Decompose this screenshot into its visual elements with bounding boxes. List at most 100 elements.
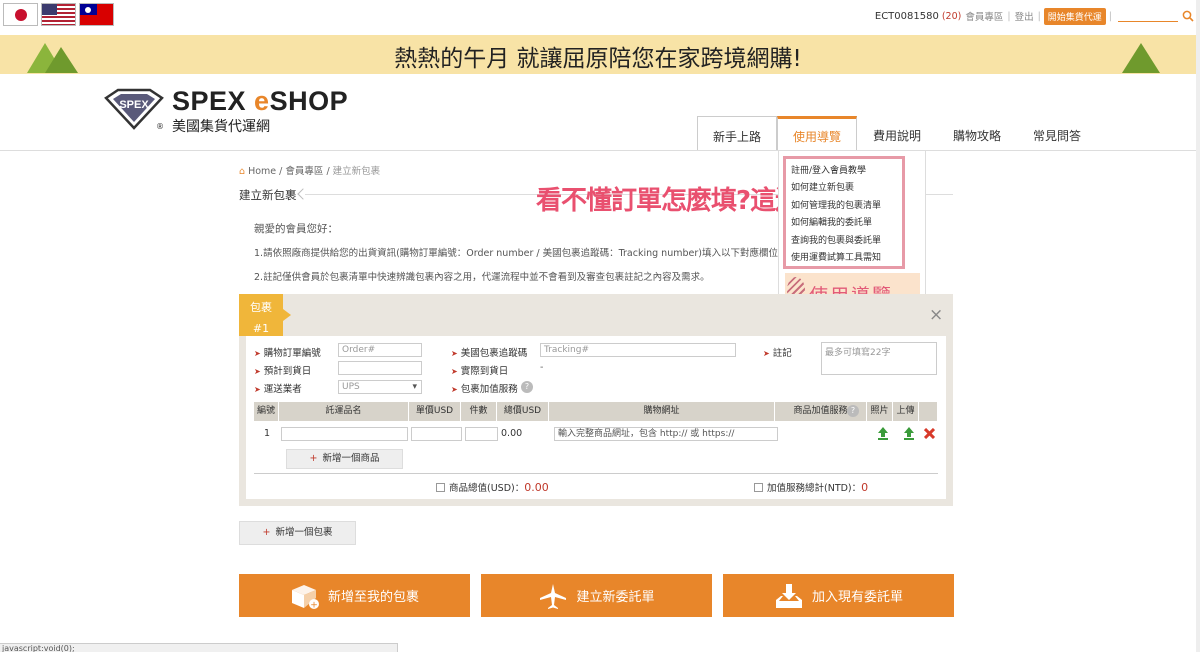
add-to-my-packages-button[interactable]: + 新增至我的包裹 (239, 574, 470, 617)
breadcrumb-member[interactable]: 會員專區 (285, 166, 323, 177)
search-icon[interactable] (1182, 10, 1194, 22)
top-nav: ECT0081580 (20) 會員專區 | 登出 | 開始集貨代運 | (874, 7, 1200, 25)
member-id: ECT0081580 (874, 10, 939, 22)
goods-total: 商品總值(USD)：0.00 (436, 480, 549, 494)
unit-price-input[interactable] (411, 427, 462, 441)
airplane-icon (540, 583, 567, 609)
arrow-icon: ➤ (451, 385, 458, 394)
add-package-button[interactable]: + 新增一個包裹 (239, 521, 356, 545)
start-shipping-button[interactable]: 開始集貨代運 (1043, 7, 1106, 25)
tray-download-icon (775, 583, 802, 608)
tab-user-guide[interactable]: 使用導覽 (777, 116, 857, 151)
dropdown-list: 註冊/登入會員教學 如何建立新包裹 如何管理我的包裹清單 如何編輯我的委託單 查… (783, 156, 905, 269)
dropdown-item-query[interactable]: 查詢我的包裹與委託單 (791, 233, 902, 250)
taiwan-flag-icon[interactable] (79, 3, 114, 26)
brand-part: SPEX (172, 86, 255, 116)
upload-icon[interactable] (903, 426, 915, 440)
join-existing-order-label: 加入現有委託單 (811, 590, 903, 605)
arrow-icon: ➤ (451, 349, 458, 358)
arrow-icon: ➤ (763, 349, 770, 358)
instruction-2: 2.註記僅供會員於包裹清單中快速辨識包裹內容之用，代運流程中並不會看到及審查包裹… (254, 272, 710, 283)
total-price: 0.00 (501, 428, 523, 439)
column-header: 購物網址 (549, 402, 775, 421)
eta-date-input[interactable] (338, 361, 422, 375)
delete-icon[interactable] (924, 428, 935, 439)
plus-icon: + (262, 527, 271, 538)
column-header: 總價USD (497, 402, 549, 421)
arrow-box-icon (754, 483, 763, 492)
tab-getting-started[interactable]: 新手上路 (697, 116, 777, 151)
column-header: 編號 (254, 402, 279, 421)
create-new-order-button[interactable]: 建立新委託單 (481, 574, 712, 617)
column-header: 照片 (867, 402, 893, 421)
label-text: 美國包裹追蹤碼 (460, 348, 528, 359)
search-input[interactable] (1118, 10, 1178, 22)
nav-divider (0, 150, 1196, 151)
product-url-input[interactable]: 輸入完整商品網址，包含 http:// 或 https:// (554, 427, 778, 441)
column-header: 件數 (461, 402, 497, 421)
add-package-label: 新增一個包裹 (275, 527, 333, 538)
dropdown-item-create-package[interactable]: 如何建立新包裹 (791, 180, 902, 197)
plus-icon: + (309, 453, 318, 464)
add-item-label: 新增一個商品 (322, 453, 380, 464)
join-existing-order-button[interactable]: 加入現有委託單 (723, 574, 954, 617)
item-name-input[interactable] (281, 427, 408, 441)
promo-banner[interactable]: 熱熱的午月 就讓屈原陪您在家跨境網購! (0, 35, 1196, 74)
dropdown-item-edit-order[interactable]: 如何編輯我的委託單 (791, 215, 902, 232)
row-number: 1 (264, 428, 271, 439)
member-area-link[interactable]: 會員專區 (965, 9, 1003, 23)
spex-logo-icon[interactable]: SPEX (104, 88, 164, 130)
browser-status-bar: javascript:void(0); (0, 643, 398, 652)
box-add-icon: + (291, 584, 319, 610)
brand-e: e (254, 86, 270, 116)
arrow-icon: ➤ (254, 367, 261, 376)
add-item-button[interactable]: + 新增一個商品 (286, 449, 403, 469)
tab-faq[interactable]: 常見問答 (1017, 116, 1097, 151)
column-header: 商品加值服務 (793, 406, 848, 416)
separator: | (1007, 10, 1011, 22)
label-text: 運送業者 (263, 384, 302, 395)
greeting: 親愛的會員您好： (254, 223, 338, 235)
tracking-number-input[interactable]: Tracking# (540, 343, 736, 357)
summary-divider (254, 473, 938, 474)
member-count[interactable]: (20) (942, 11, 962, 22)
items-table-header: 編號 託運品名 單價USD 件數 總價USD 購物網址 商品加值服務? 照片 上… (254, 402, 938, 421)
separator: | (1037, 10, 1041, 22)
label-text: 預計到貨日 (263, 366, 312, 377)
column-header: 託運品名 (279, 402, 409, 421)
japan-flag-icon[interactable] (3, 3, 38, 26)
home-icon: ⌂ (239, 166, 246, 177)
column-header: 單價USD (409, 402, 461, 421)
label-text: 實際到貨日 (460, 366, 509, 377)
note-textarea[interactable]: 最多可填寫22字 (821, 342, 937, 375)
package-label-line: 包裹 (250, 301, 272, 314)
package-label: 包裹 #1 (239, 294, 291, 336)
scrollbar[interactable] (1196, 0, 1200, 652)
carrier-select[interactable]: UPS (338, 380, 422, 394)
breadcrumb-sep: / (279, 166, 283, 177)
breadcrumb-home[interactable]: Home (248, 166, 276, 177)
upload-photo-icon[interactable] (877, 426, 889, 440)
dropdown-item-calculator[interactable]: 使用運費試算工具需知 (791, 250, 902, 267)
brand-part: SHOP (269, 86, 349, 116)
addon-help-icon[interactable]: ? (521, 381, 533, 393)
column-header-addon: 商品加值服務? (775, 402, 867, 421)
close-package-icon[interactable]: × (929, 305, 943, 325)
dropdown-item-manage-packages[interactable]: 如何管理我的包裹清單 (791, 198, 902, 215)
tab-pricing[interactable]: 費用說明 (857, 116, 937, 151)
quantity-input[interactable] (465, 427, 498, 441)
tab-shopping-tips[interactable]: 購物攻略 (937, 116, 1017, 151)
label-text: 包裹加值服務 (460, 384, 518, 395)
usa-flag-icon[interactable] (41, 3, 76, 26)
table-row: 1 0.00 輸入完整商品網址，包含 http:// 或 https:// (254, 425, 938, 443)
dropdown-item-register[interactable]: 註冊/登入會員教學 (791, 163, 902, 180)
addon-service-label: ➤ 包裹加值服務 (451, 381, 518, 395)
addon-help-icon[interactable]: ? (847, 405, 859, 417)
instruction-1: 1.請依照廠商提供給您的出貨資訊(購物訂單編號：Order number / 美… (254, 248, 788, 259)
svg-text:+: + (310, 600, 318, 610)
addon-total-value: 0 (861, 481, 869, 494)
logout-link[interactable]: 登出 (1015, 9, 1034, 23)
brand-name[interactable]: SPEX eSHOP (172, 86, 348, 117)
order-number-input[interactable]: Order# (338, 343, 422, 357)
logo-mark-text: SPEX (119, 99, 149, 111)
